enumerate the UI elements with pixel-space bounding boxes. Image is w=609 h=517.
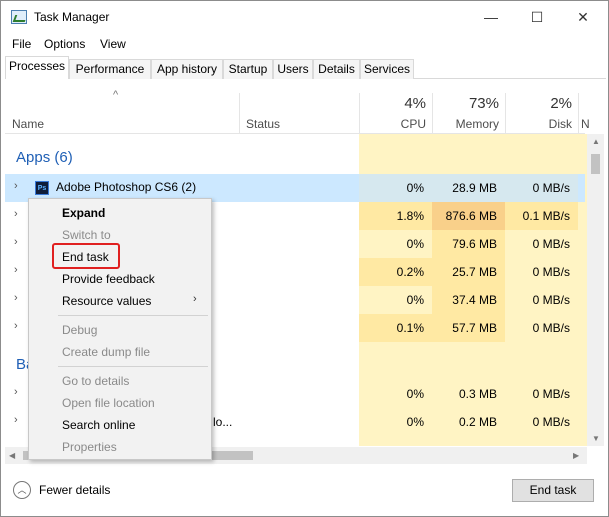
row-cpu: 0.2% bbox=[359, 258, 432, 286]
chevron-right-icon[interactable]: › bbox=[14, 386, 18, 398]
row-cpu: 1.8% bbox=[359, 202, 432, 230]
end-task-button[interactable]: End task bbox=[512, 479, 594, 502]
row-disk: 0 MB/s bbox=[505, 314, 578, 342]
vertical-scrollbar[interactable] bbox=[587, 134, 604, 446]
tab-startup[interactable]: Startup bbox=[223, 59, 273, 79]
column-separator bbox=[505, 93, 506, 133]
fewer-details-label[interactable]: Fewer details bbox=[39, 483, 110, 497]
column-separator bbox=[432, 93, 433, 133]
menu-item-resource-values[interactable]: Resource values bbox=[62, 294, 151, 308]
memory-total: 73% bbox=[468, 95, 499, 112]
menu-item-provide-feedback[interactable]: Provide feedback bbox=[62, 272, 155, 286]
menu-separator bbox=[58, 315, 208, 316]
context-menu: Expand Switch to End task Provide feedba… bbox=[28, 198, 212, 460]
row-disk: 0 MB/s bbox=[505, 174, 578, 202]
row-disk: 0.1 MB/s bbox=[505, 202, 578, 230]
title-bar: Task Manager — ☐ ✕ bbox=[1, 1, 608, 33]
end-task-highlight-box bbox=[52, 243, 120, 269]
scroll-up-arrow-icon[interactable]: ▲ bbox=[592, 137, 600, 146]
menu-item-expand[interactable]: Expand bbox=[62, 206, 105, 220]
menu-item-properties: Properties bbox=[62, 440, 117, 454]
tab-users[interactable]: Users bbox=[273, 59, 313, 79]
tab-performance[interactable]: Performance bbox=[69, 59, 151, 79]
row-cpu: 0% bbox=[359, 230, 432, 258]
menu-item-debug: Debug bbox=[62, 323, 98, 337]
row-disk: 0 MB/s bbox=[505, 258, 578, 286]
row-memory: 79.6 MB bbox=[432, 230, 505, 258]
sort-caret-icon: ^ bbox=[113, 89, 119, 101]
minimize-button[interactable]: — bbox=[468, 1, 514, 33]
cpu-total: 4% bbox=[404, 95, 426, 112]
row-disk: 0 MB/s bbox=[505, 380, 578, 408]
row-memory: 28.9 MB bbox=[432, 174, 505, 202]
scroll-down-arrow-icon[interactable]: ▼ bbox=[592, 434, 600, 443]
chevron-right-icon[interactable]: › bbox=[14, 180, 18, 192]
photoshop-icon: Ps bbox=[35, 181, 49, 195]
close-button[interactable]: ✕ bbox=[560, 1, 606, 33]
menu-options[interactable]: Options bbox=[44, 37, 85, 51]
column-cpu[interactable]: CPU bbox=[361, 117, 426, 131]
row-memory: 25.7 MB bbox=[432, 258, 505, 286]
chevron-right-icon[interactable]: › bbox=[14, 292, 18, 304]
row-partial-bg bbox=[359, 436, 578, 446]
column-separator bbox=[239, 93, 240, 133]
menu-view[interactable]: View bbox=[100, 37, 126, 51]
menu-item-search-online[interactable]: Search online bbox=[62, 418, 135, 432]
chevron-right-icon[interactable]: › bbox=[14, 236, 18, 248]
chevron-right-icon[interactable]: › bbox=[14, 208, 18, 220]
column-status[interactable]: Status bbox=[246, 117, 280, 131]
row-memory: 876.6 MB bbox=[432, 202, 505, 230]
menu-item-go-to-details: Go to details bbox=[62, 374, 130, 388]
menu-item-create-dump-file: Create dump file bbox=[62, 345, 151, 359]
row-cpu: 0% bbox=[359, 408, 432, 436]
column-name[interactable]: Name bbox=[12, 117, 44, 131]
column-disk[interactable]: Disk bbox=[507, 117, 572, 131]
chevron-right-icon[interactable]: › bbox=[14, 320, 18, 332]
column-network[interactable]: N bbox=[581, 117, 590, 131]
menu-item-switch-to: Switch to bbox=[62, 228, 111, 242]
maximize-button[interactable]: ☐ bbox=[514, 1, 560, 33]
row-memory: 57.7 MB bbox=[432, 314, 505, 342]
row-cpu: 0.1% bbox=[359, 314, 432, 342]
column-separator bbox=[578, 93, 579, 133]
row-cpu: 0% bbox=[359, 286, 432, 314]
row-memory: 0.3 MB bbox=[432, 380, 505, 408]
tab-services[interactable]: Services bbox=[360, 59, 414, 79]
menu-item-open-file-location: Open file location bbox=[62, 396, 155, 410]
group-apps: Apps (6) bbox=[16, 149, 73, 166]
menu-separator bbox=[58, 366, 208, 367]
tab-processes[interactable]: Processes bbox=[5, 56, 69, 79]
task-manager-icon bbox=[11, 10, 27, 24]
row-cpu: 0% bbox=[359, 380, 432, 408]
scroll-right-arrow-icon[interactable]: ▶ bbox=[573, 451, 579, 460]
row-cpu: 0% bbox=[359, 174, 432, 202]
submenu-arrow-icon: › bbox=[193, 293, 197, 305]
row-disk: 0 MB/s bbox=[505, 408, 578, 436]
chevron-right-icon[interactable]: › bbox=[14, 264, 18, 276]
row-disk: 0 MB/s bbox=[505, 286, 578, 314]
row-memory: 37.4 MB bbox=[432, 286, 505, 314]
chevron-right-icon[interactable]: › bbox=[14, 414, 18, 426]
menu-file[interactable]: File bbox=[12, 37, 31, 51]
tab-details[interactable]: Details bbox=[313, 59, 360, 79]
scroll-left-arrow-icon[interactable]: ◀ bbox=[9, 451, 15, 460]
column-separator bbox=[359, 93, 360, 133]
row-memory: 0.2 MB bbox=[432, 408, 505, 436]
process-name: Adobe Photoshop CS6 (2) bbox=[56, 180, 197, 194]
task-manager-window: Task Manager — ☐ ✕ File Options View Pro… bbox=[0, 0, 609, 517]
column-memory[interactable]: Memory bbox=[434, 117, 499, 131]
process-name-partial: lo... bbox=[213, 415, 233, 429]
disk-total: 2% bbox=[550, 95, 572, 112]
window-title: Task Manager bbox=[34, 10, 110, 24]
row-disk: 0 MB/s bbox=[505, 230, 578, 258]
vertical-scroll-thumb[interactable] bbox=[591, 154, 600, 174]
chevron-up-icon[interactable]: ︿ bbox=[13, 481, 31, 499]
tab-app-history[interactable]: App history bbox=[151, 59, 223, 79]
